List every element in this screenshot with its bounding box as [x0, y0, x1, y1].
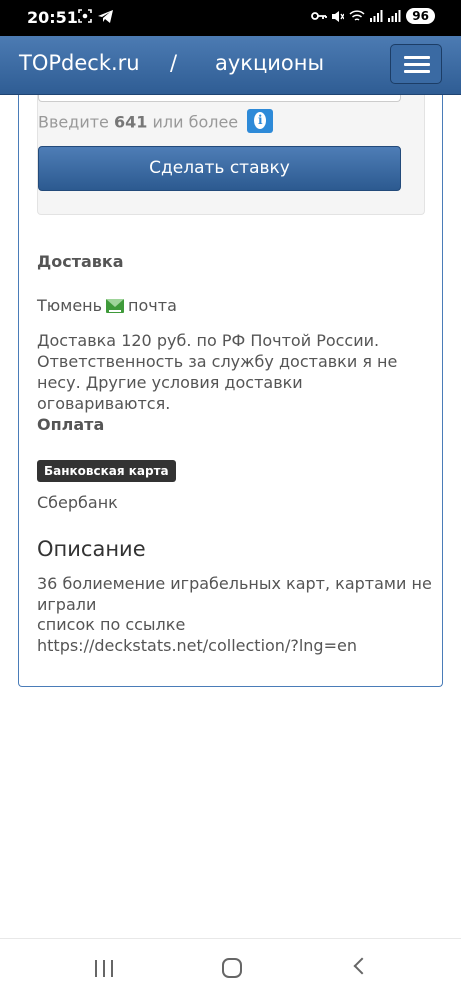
lot-panel: Введите 641 или более Сделать ставку Дос…	[18, 95, 443, 687]
status-right-icons: 96	[311, 8, 435, 24]
section-link-auctions[interactable]: аукционы	[215, 51, 324, 75]
mute-icon	[332, 10, 345, 22]
description-heading: Описание	[37, 537, 146, 561]
system-navigation-bar	[0, 938, 461, 998]
payment-bank: Сбербанк	[37, 493, 118, 512]
navbar: TOPdeck.ru / аукционы	[0, 36, 461, 95]
description-line: список по ссылке	[37, 615, 186, 634]
battery-indicator: 96	[406, 8, 435, 24]
recent-apps-icon[interactable]	[95, 960, 113, 977]
status-left-icons	[78, 9, 113, 23]
status-time: 20:51	[27, 8, 78, 27]
signal-icon	[370, 10, 383, 22]
home-icon[interactable]	[222, 958, 242, 978]
payment-badge: Банковская карта	[37, 460, 176, 482]
payment-heading: Оплата	[37, 415, 105, 434]
hamburger-menu-icon[interactable]	[390, 44, 442, 84]
min-bid-value: 641	[113, 112, 148, 132]
telegram-icon	[98, 9, 113, 23]
envelope-icon	[106, 298, 125, 313]
screenshot-icon	[78, 9, 92, 23]
place-bid-button[interactable]: Сделать ставку	[38, 146, 401, 191]
description-text: 36 болиемение играбельных карт, картами …	[37, 574, 437, 656]
delivery-text: Доставка 120 руб. по РФ Почтой России. О…	[37, 331, 398, 413]
bid-input[interactable]	[38, 95, 401, 102]
delivery-heading: Доставка	[37, 252, 124, 271]
hint-prefix: Введите	[38, 112, 109, 132]
hint-suffix: или более	[152, 112, 239, 132]
status-bar: 20:51 96	[0, 0, 461, 36]
key-icon	[311, 12, 328, 20]
delivery-city-line: Тюмень почта	[37, 296, 177, 315]
info-icon[interactable]	[247, 109, 274, 133]
delivery-method: почта	[128, 296, 177, 315]
breadcrumb-separator: /	[170, 51, 178, 75]
signal-icon	[388, 10, 401, 22]
description-link[interactable]: https://deckstats.net/collection/?lng=en	[37, 636, 437, 657]
delivery-city: Тюмень	[37, 296, 103, 315]
back-icon[interactable]	[353, 957, 371, 975]
bid-well: Введите 641 или более Сделать ставку	[37, 95, 425, 215]
bid-hint: Введите 641 или более	[38, 109, 274, 135]
description-line: 36 болиемение играбельных карт, картами …	[37, 574, 432, 614]
wifi-icon	[349, 9, 365, 21]
brand-link[interactable]: TOPdeck.ru	[19, 51, 140, 75]
